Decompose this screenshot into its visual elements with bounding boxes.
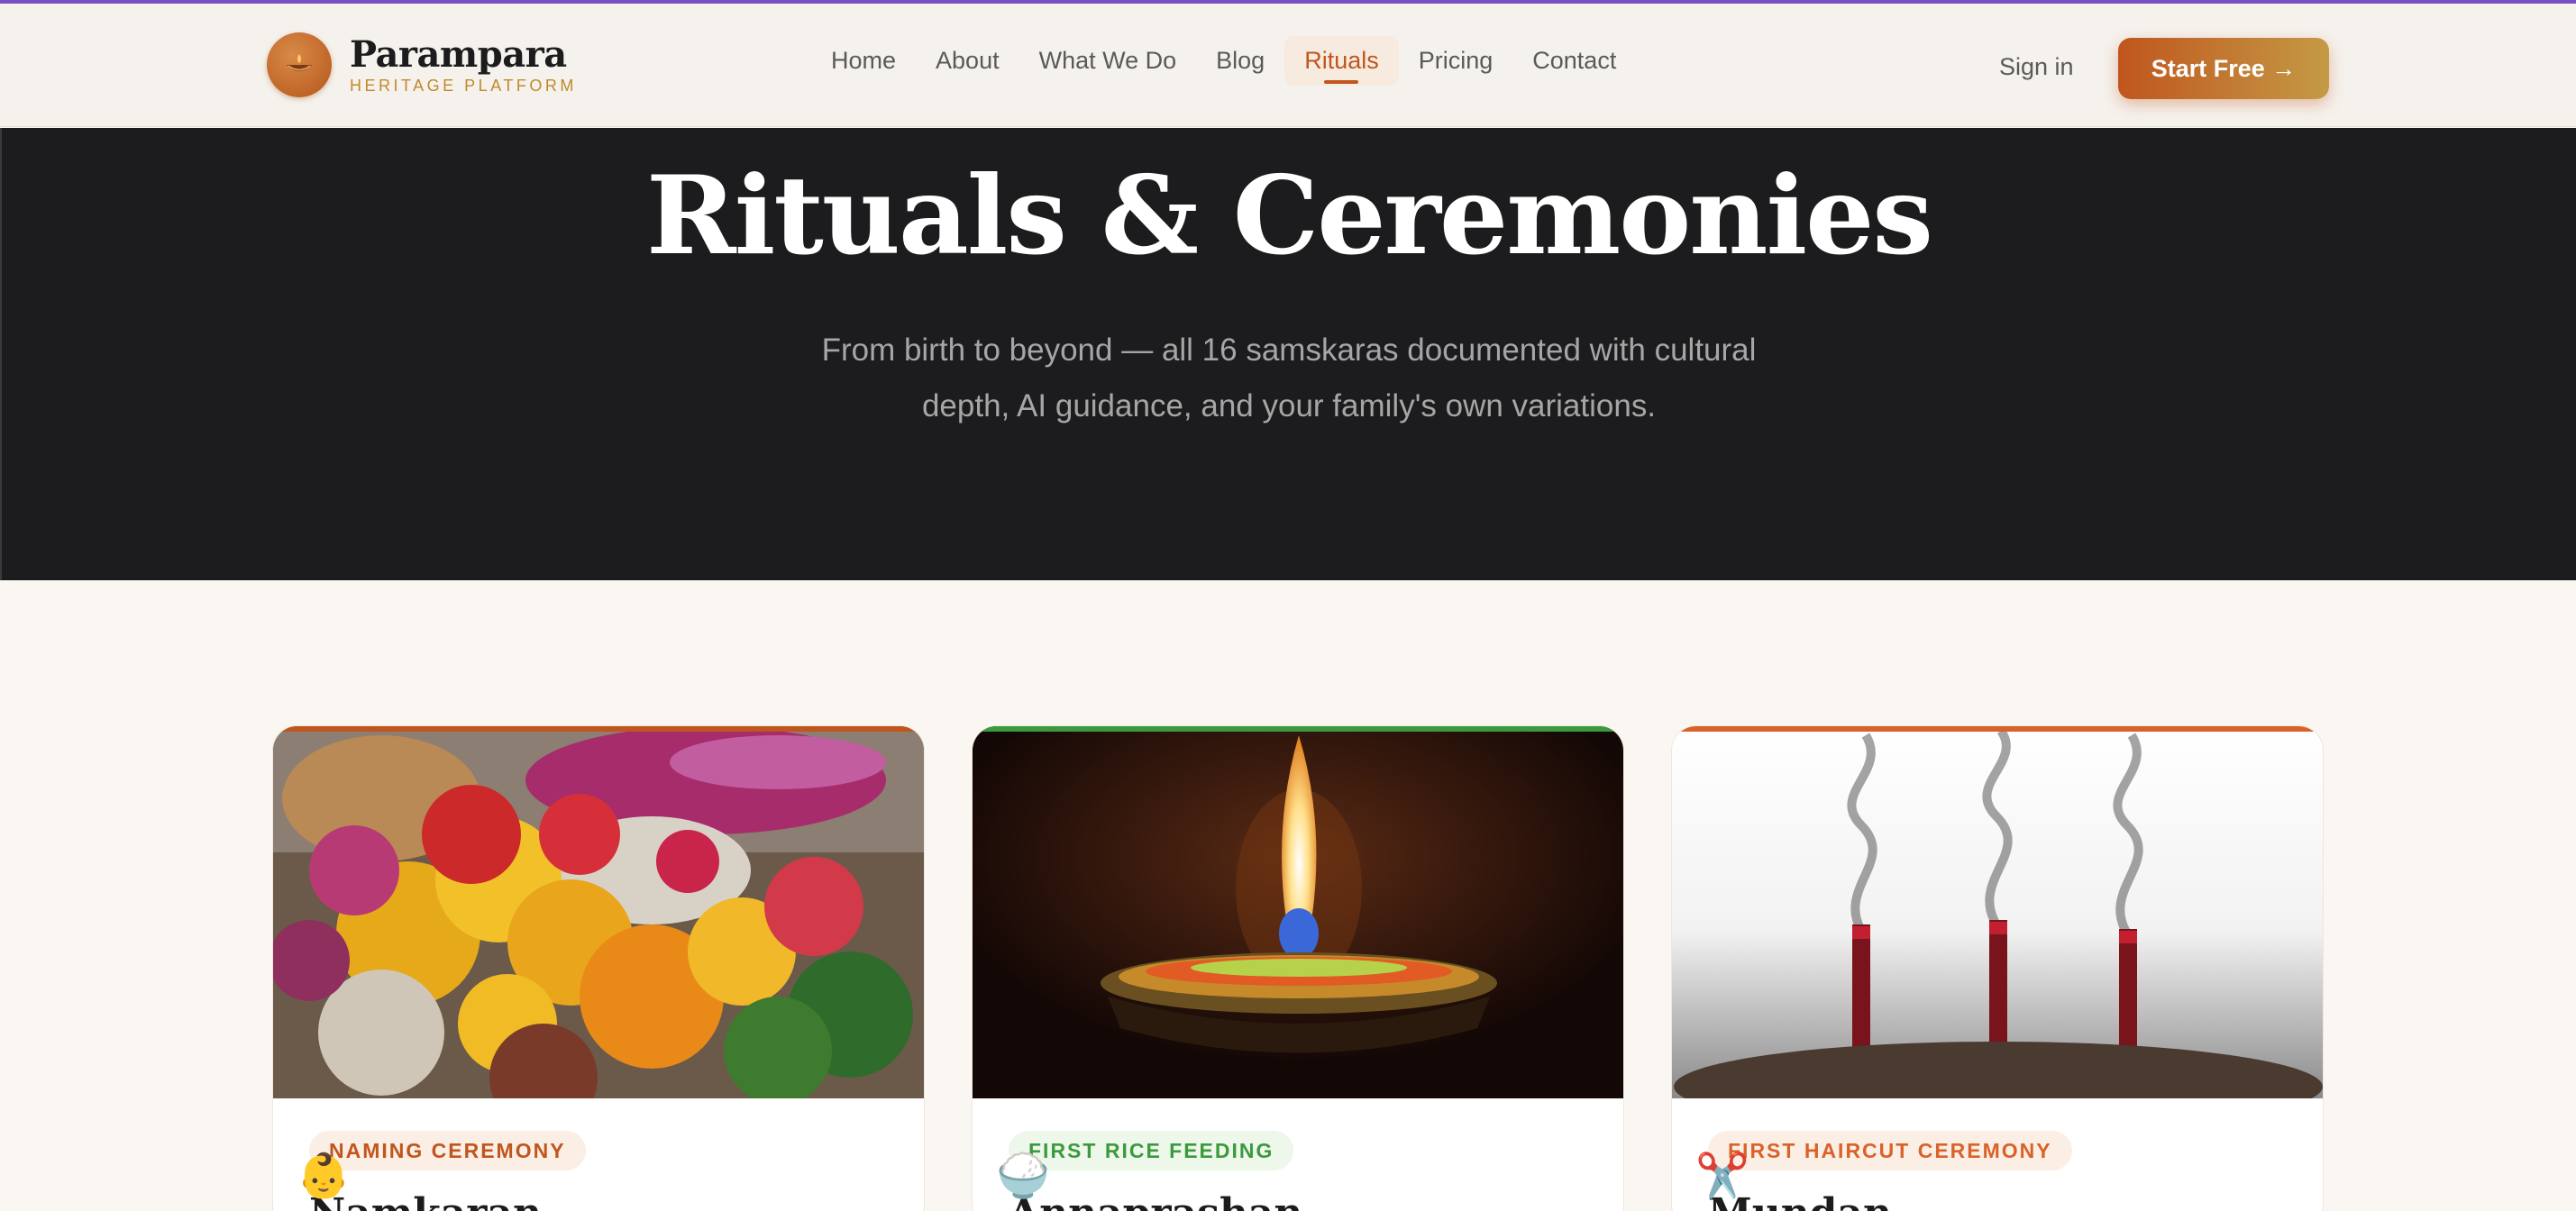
- sign-in-link[interactable]: Sign in: [1999, 53, 2074, 81]
- hero-subtitle: From birth to beyond — all 16 samskaras …: [821, 332, 1757, 423]
- brand-tagline: HERITAGE PLATFORM: [350, 76, 577, 95]
- brand-logo[interactable]: Parampara HERITAGE PLATFORM: [267, 32, 577, 97]
- card-title-annaprashan: Annaprashan: [1009, 1190, 1302, 1211]
- brand-name: Parampara: [350, 32, 567, 76]
- card-accent-bar: [1672, 726, 2323, 732]
- lit-diya-image: [973, 726, 1623, 1098]
- ritual-card-annaprashan[interactable]: 🍚 FIRST RICE FEEDING Annaprashan: [972, 725, 1624, 1211]
- marigold-offerings-image: [273, 726, 924, 1098]
- card-accent-bar: [973, 726, 1623, 732]
- hero-section: Rituals & Ceremonies From birth to beyon…: [0, 128, 2576, 580]
- ritual-card-mundan[interactable]: ✂️ FIRST HAIRCUT CEREMONY Mundan: [1671, 725, 2324, 1211]
- card-tag-first-haircut-ceremony: FIRST HAIRCUT CEREMONY: [1708, 1131, 2072, 1170]
- rituals-card-grid: 👶 NAMING CEREMONY Namkaran: [272, 725, 2324, 1211]
- card-tag-first-rice-feeding: FIRST RICE FEEDING: [1009, 1131, 1294, 1170]
- incense-sticks-image: [1672, 726, 2323, 1098]
- page-title: Rituals & Ceremonies: [646, 152, 1933, 279]
- nav-link-contact[interactable]: Contact: [1512, 36, 1636, 86]
- navbar: Parampara HERITAGE PLATFORM Home About W…: [0, 4, 2576, 127]
- diya-lamp-icon: [267, 32, 332, 97]
- nav-link-home[interactable]: Home: [811, 36, 916, 86]
- nav-link-what-we-do[interactable]: What We Do: [1019, 36, 1197, 86]
- card-accent-bar: [273, 726, 924, 732]
- baby-emoji-icon: 👶: [297, 1152, 351, 1200]
- nav-link-about[interactable]: About: [916, 36, 1019, 86]
- nav-link-blog[interactable]: Blog: [1196, 36, 1284, 86]
- rice-bowl-emoji-icon: 🍚: [996, 1152, 1050, 1200]
- nav-link-pricing[interactable]: Pricing: [1399, 36, 1513, 86]
- ritual-card-namkaran[interactable]: 👶 NAMING CEREMONY Namkaran: [272, 725, 925, 1211]
- start-free-button[interactable]: Start Free →: [2118, 38, 2329, 99]
- main-nav: Home About What We Do Blog Rituals Prici…: [811, 36, 1636, 86]
- scissors-emoji-icon: ✂️: [1695, 1152, 1749, 1200]
- nav-link-rituals[interactable]: Rituals: [1284, 36, 1399, 86]
